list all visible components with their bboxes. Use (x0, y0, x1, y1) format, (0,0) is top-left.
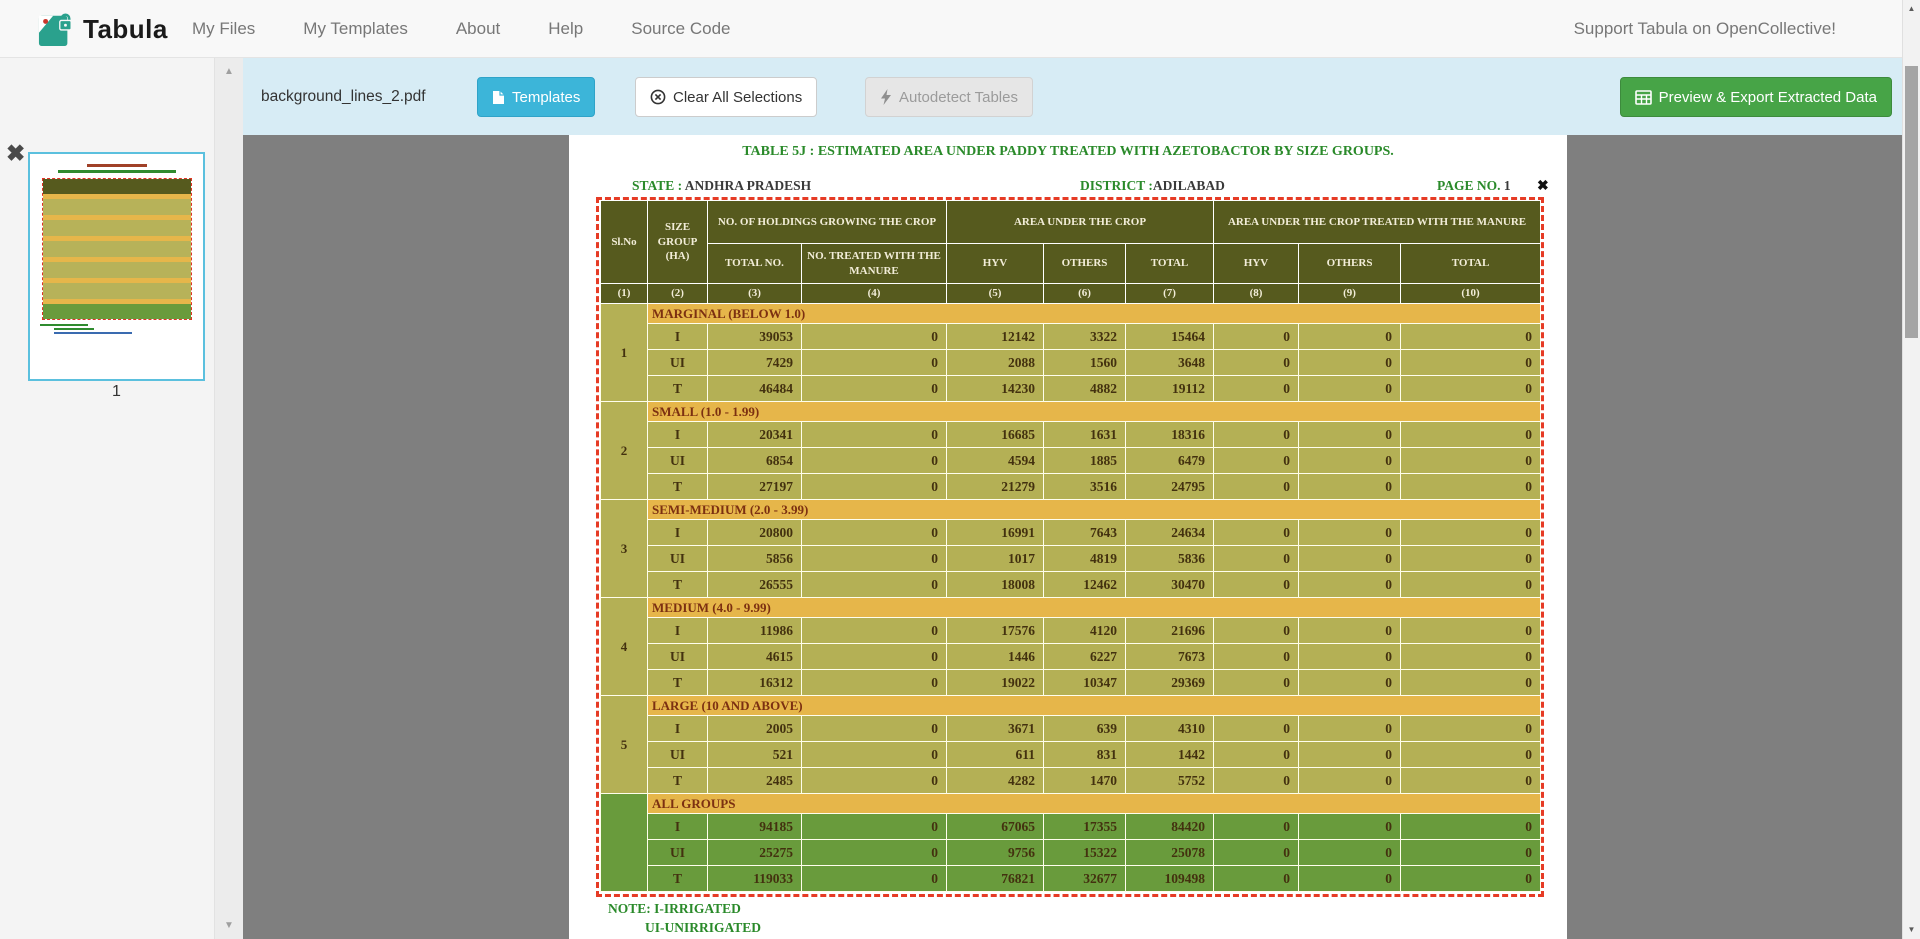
nav-item-source-code[interactable]: Source Code (607, 19, 754, 39)
nav-links: My Files My Templates About Help Source … (168, 0, 754, 58)
thumb-subtitle-line (58, 170, 176, 173)
thumbnail-page-number: 1 (28, 383, 205, 401)
doc-note-1: NOTE: I-IRRIGATED (608, 901, 741, 917)
support-link[interactable]: Support Tabula on OpenCollective! (1574, 0, 1836, 58)
pdf-viewer-area: TABLE 5J : ESTIMATED AREA UNDER PADDY TR… (243, 135, 1902, 939)
template-document-icon (492, 90, 505, 105)
document-toolbar: background_lines_2.pdf Templates Clear A… (243, 58, 1902, 135)
scroll-up-icon[interactable]: ▲ (1903, 0, 1920, 18)
scroll-down-icon[interactable]: ▼ (1903, 921, 1920, 939)
scrollbar-thumb[interactable] (1905, 66, 1918, 338)
selection-close-icon[interactable]: ✖ (1537, 177, 1549, 194)
pdf-page[interactable]: TABLE 5J : ESTIMATED AREA UNDER PADDY TR… (569, 135, 1567, 939)
autodetect-tables-button[interactable]: Autodetect Tables (865, 77, 1033, 117)
page-thumbnail[interactable] (28, 152, 205, 381)
nav-item-about[interactable]: About (432, 19, 524, 39)
district-field: DISTRICT :ADILABAD (1080, 178, 1225, 194)
page-scrollbar[interactable]: ▲ ▼ (1902, 0, 1920, 939)
lightning-bolt-icon (880, 89, 892, 105)
scroll-down-icon[interactable]: ▼ (215, 920, 243, 931)
remove-page-icon[interactable]: ✖ (6, 142, 25, 165)
thumbnail-sidebar: ✖ 1 (0, 58, 214, 939)
document-filename: background_lines_2.pdf (261, 58, 426, 135)
tabula-logo-icon (38, 10, 74, 48)
table-selection-box[interactable] (596, 197, 1544, 897)
document-table-title: TABLE 5J : ESTIMATED AREA UNDER PADDY TR… (569, 144, 1567, 160)
templates-button[interactable]: Templates (477, 77, 595, 117)
nav-item-my-files[interactable]: My Files (168, 19, 279, 39)
thumbnail-notes (40, 324, 203, 334)
circle-x-icon (650, 89, 666, 105)
brand-title: Tabula (83, 14, 168, 45)
table-grid-icon (1635, 90, 1652, 105)
page-no-field: PAGE NO. 1 (1437, 178, 1511, 194)
top-navbar: Tabula My Files My Templates About Help … (0, 0, 1920, 58)
brand-link[interactable]: Tabula (38, 9, 168, 49)
preview-export-button[interactable]: Preview & Export Extracted Data (1620, 77, 1892, 117)
scroll-up-icon[interactable]: ▲ (215, 66, 243, 77)
sidebar-scrollbar[interactable]: ▲ ▼ (214, 58, 243, 939)
thumbnail-mini-table (42, 178, 192, 320)
thumb-title-line (87, 164, 147, 167)
clear-all-selections-button[interactable]: Clear All Selections (635, 77, 817, 117)
state-field: STATE : ANDHRA PRADESH (632, 178, 811, 194)
nav-item-help[interactable]: Help (524, 19, 607, 39)
doc-note-2: UI-UNIRRIGATED (645, 920, 761, 936)
nav-item-my-templates[interactable]: My Templates (279, 19, 432, 39)
